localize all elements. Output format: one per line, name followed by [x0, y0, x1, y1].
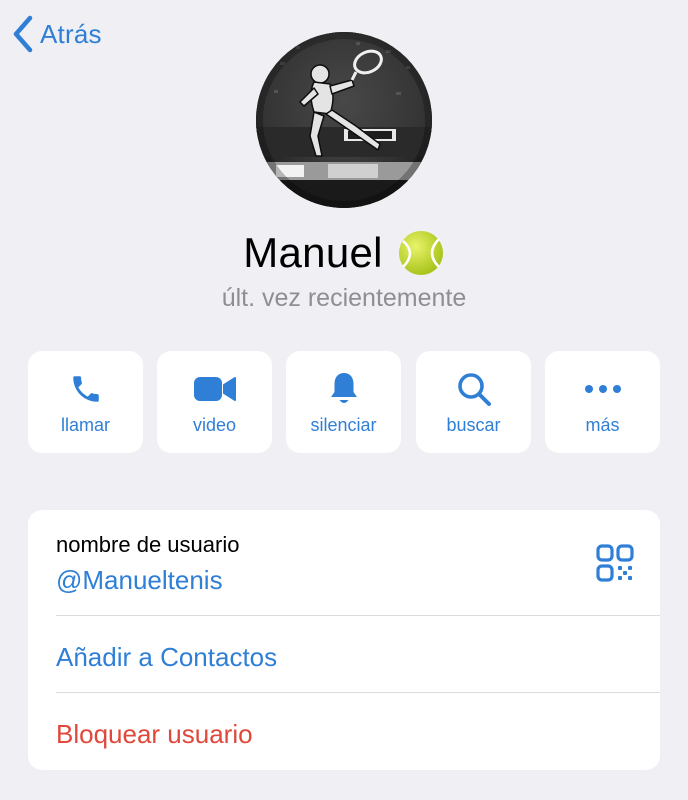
username-value[interactable]: @Manueltenis: [56, 565, 223, 596]
mute-button[interactable]: silenciar: [286, 351, 401, 453]
last-seen-status: últ. vez recientemente: [221, 284, 467, 312]
search-button[interactable]: buscar: [416, 351, 531, 453]
bell-icon: [286, 369, 401, 409]
video-button[interactable]: video: [157, 351, 272, 453]
block-user-label: Bloquear usuario: [56, 719, 253, 749]
back-label: Atrás: [40, 18, 102, 49]
more-button[interactable]: más: [545, 351, 660, 453]
back-button[interactable]: Atrás: [12, 14, 102, 54]
chevron-left-icon: [12, 15, 34, 53]
add-contact-label: Añadir a Contactos: [56, 642, 278, 672]
video-label: video: [192, 415, 237, 435]
call-button[interactable]: llamar: [28, 351, 143, 453]
video-camera-icon: [157, 369, 272, 409]
mute-label: silenciar: [310, 415, 377, 435]
more-icon: [545, 369, 660, 409]
profile-name: Manuel: [243, 229, 383, 276]
block-user-button[interactable]: Bloquear usuario: [28, 693, 660, 769]
call-label: llamar: [60, 415, 110, 435]
qr-code-icon[interactable]: [595, 543, 635, 583]
add-contact-button[interactable]: Añadir a Contactos: [28, 616, 660, 692]
username-caption: nombre de usuario: [56, 532, 240, 557]
action-bar: llamar video silenciar buscar más: [28, 351, 660, 453]
more-label: más: [585, 415, 620, 435]
info-card: nombre de usuario @Manueltenis Añadir a …: [28, 510, 660, 770]
profile-name-row: Manuel: [0, 222, 688, 284]
search-label: buscar: [446, 415, 501, 435]
tennis-ball-icon: [398, 231, 443, 275]
phone-icon: [28, 369, 143, 409]
search-icon: [416, 369, 531, 409]
avatar[interactable]: [256, 32, 432, 208]
username-row[interactable]: nombre de usuario @Manueltenis: [28, 510, 660, 615]
